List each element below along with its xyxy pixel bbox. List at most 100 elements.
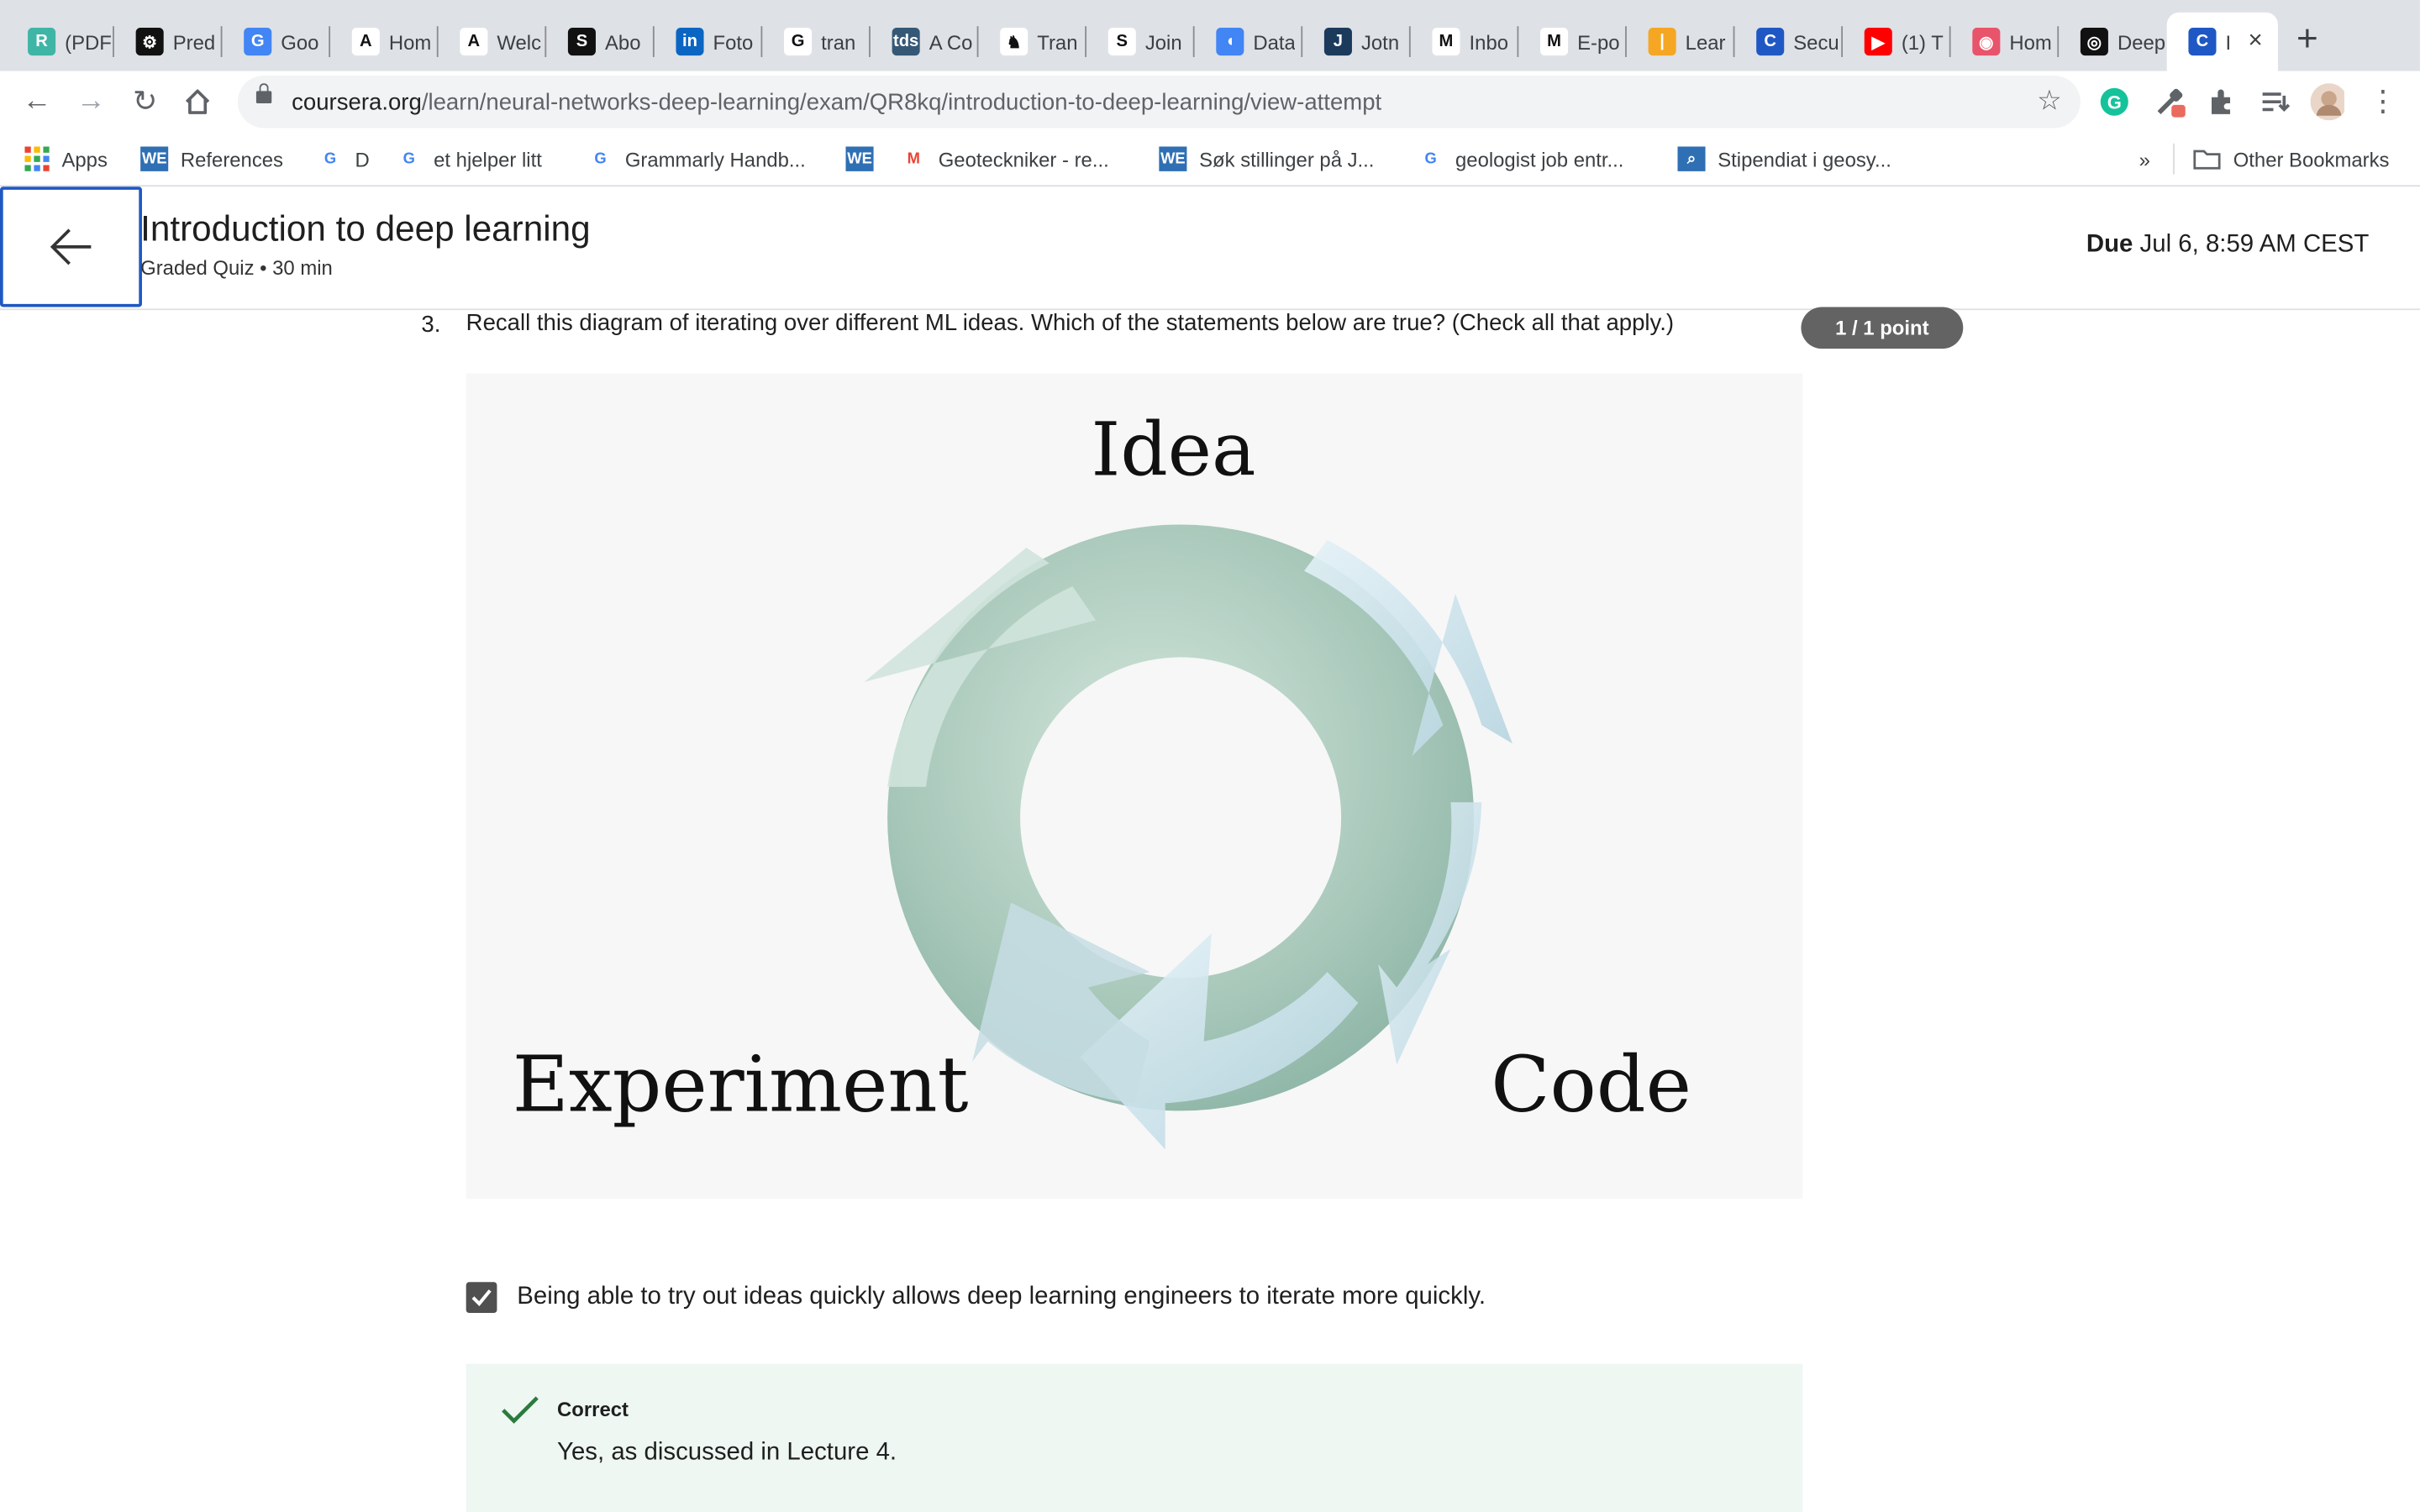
arrow-left-icon — [50, 228, 92, 265]
bookmark-favicon-icon: WE — [845, 146, 874, 171]
page-title: Introduction to deep learning — [140, 207, 591, 249]
tab-favicon-icon: A — [460, 28, 488, 56]
feedback-status: Correct — [557, 1398, 629, 1421]
bookmark-item[interactable]: G Grammarly Handb... — [588, 144, 806, 175]
tab-title: tran — [821, 29, 856, 54]
bookmark-label: D — [355, 147, 370, 171]
eyedropper-extension-icon[interactable] — [2153, 85, 2186, 118]
browser-tab[interactable]: J Jotn — [1302, 15, 1411, 67]
bookmark-favicon-icon: G — [594, 150, 607, 168]
reading-list-icon[interactable] — [2258, 85, 2291, 118]
forward-arrow-icon[interactable]: → — [72, 83, 109, 120]
browser-tab[interactable]: C I × — [2166, 12, 2278, 71]
question-number: 3. — [421, 312, 441, 339]
bookmark-star-icon[interactable]: ☆ — [2037, 85, 2062, 118]
bookmark-favicon-icon: G — [402, 150, 415, 168]
address-bar[interactable]: coursera.org/learn/neural-networks-deep-… — [237, 75, 2081, 129]
feedback-text: Yes, as discussed in Lecture 4. — [557, 1439, 897, 1466]
bookmark-favicon-icon: M — [907, 150, 920, 168]
tab-title: Inbo — [1469, 29, 1509, 54]
bookmark-item[interactable]: GD — [318, 144, 370, 175]
browser-tab[interactable]: ◉ Hom — [1951, 15, 2060, 67]
bookmark-label: References — [180, 147, 284, 171]
browser-tab[interactable]: ◎ Deep — [2059, 15, 2167, 67]
browser-tab[interactable]: in Foto — [655, 15, 763, 67]
tab-title: A Co — [929, 29, 973, 54]
tab-title: Foto — [713, 29, 754, 54]
checkmark-icon — [471, 1289, 492, 1307]
new-tab-button[interactable]: + — [2296, 18, 2318, 61]
browser-tab[interactable]: M Inbo — [1411, 15, 1519, 67]
browser-tab[interactable]: M E-po — [1518, 15, 1627, 67]
answer-option-text: Being able to try out ideas quickly allo… — [517, 1284, 1486, 1310]
tab-favicon-icon: ◖ — [1216, 28, 1244, 56]
tab-favicon-icon: | — [1648, 28, 1676, 56]
bookmark-label: Søk stillinger på J... — [1199, 147, 1375, 171]
browser-tab[interactable]: | Lear — [1627, 15, 1735, 67]
bookmark-item[interactable]: Get hjelper litt — [397, 144, 542, 175]
browser-tab[interactable]: S Join — [1086, 15, 1195, 67]
tab-favicon-icon: A — [351, 28, 380, 56]
points-badge: 1 / 1 point — [1801, 307, 1964, 349]
home-icon[interactable] — [179, 83, 216, 120]
other-bookmarks-label: Other Bookmarks — [2233, 147, 2390, 171]
browser-tab[interactable]: R (PDF — [6, 15, 114, 67]
tab-title: Lear — [1685, 29, 1726, 54]
browser-tab[interactable]: S Abo — [546, 15, 655, 67]
tab-favicon-icon: S — [1107, 28, 1136, 56]
tab-title: (PDF — [65, 29, 112, 54]
back-button[interactable] — [0, 186, 142, 307]
grammarly-extension-icon[interactable]: G — [2097, 85, 2131, 118]
bookmark-label: geologist job entr... — [1455, 147, 1624, 171]
bookmark-item[interactable]: M Geoteckniker - re... — [902, 144, 1109, 175]
browser-tab[interactable]: ⚙ Pred — [114, 15, 223, 67]
tab-favicon-icon: M — [1432, 28, 1460, 56]
extensions-puzzle-icon[interactable] — [2206, 85, 2239, 118]
url-text: coursera.org/learn/neural-networks-deep-… — [292, 89, 1382, 116]
browser-tab[interactable]: ♞ Tran — [978, 15, 1086, 67]
tab-title: Jotn — [1360, 29, 1400, 54]
bookmark-item[interactable]: ⌕ Stipendiat i geosy... — [1677, 144, 1891, 175]
tab-favicon-icon: tds — [892, 28, 920, 56]
browser-tab[interactable]: A Hom — [330, 15, 439, 67]
bookmark-favicon-icon: ⌕ — [1677, 146, 1706, 171]
browser-tab[interactable]: A Welc — [439, 15, 547, 67]
bookmark-label: et hjelper litt — [434, 147, 542, 171]
tab-title: (1) T — [1901, 29, 1944, 54]
tab-favicon-icon: J — [1323, 28, 1352, 56]
bookmark-item[interactable]: WE — [845, 144, 886, 175]
tab-favicon-icon: C — [2188, 28, 2217, 56]
browser-menu-icon[interactable]: ⋮ — [2365, 83, 2402, 120]
answer-option[interactable]: Being able to try out ideas quickly allo… — [466, 1282, 1486, 1314]
tab-favicon-icon: ▶ — [1864, 28, 1892, 56]
bookmark-label: Apps — [61, 147, 108, 171]
answer-checkbox[interactable] — [466, 1282, 497, 1314]
tab-close-icon[interactable]: × — [2248, 28, 2262, 55]
bookmark-label: Grammarly Handb... — [624, 147, 806, 171]
bookmarks-overflow-button[interactable]: » — [2139, 144, 2150, 175]
bookmark-label: Geoteckniker - re... — [938, 147, 1109, 171]
browser-tab[interactable]: Gtran — [762, 15, 871, 67]
profile-avatar[interactable] — [2310, 83, 2344, 121]
browser-tab[interactable]: C Secu — [1734, 15, 1843, 67]
browser-tab[interactable]: tds A Co — [871, 15, 979, 67]
tab-title: Hom — [388, 29, 432, 54]
diagram-label-code: Code — [1491, 1039, 1691, 1130]
tab-title: Hom — [2009, 29, 2052, 54]
tab-favicon-icon: M — [1540, 28, 1569, 56]
bookmark-item[interactable]: WE Søk stillinger på J... — [1159, 144, 1374, 175]
browser-tab[interactable]: G Goo — [222, 15, 330, 67]
bookmark-item[interactable]: WE References — [140, 144, 283, 175]
tab-favicon-icon: R — [28, 28, 56, 56]
reload-icon[interactable]: ↻ — [127, 83, 164, 120]
bookmark-other[interactable]: Other Bookmarks — [2173, 143, 2390, 175]
back-arrow-icon[interactable]: ← — [18, 83, 55, 120]
tab-favicon-icon: S — [567, 28, 596, 56]
tab-favicon-icon: ⚙ — [135, 28, 164, 56]
browser-tab[interactable]: ▶ (1) T — [1843, 15, 1951, 67]
browser-tab[interactable]: ◖ Data — [1195, 15, 1303, 67]
tab-title: Tran — [1037, 29, 1078, 54]
bookmark-item[interactable]: Apps — [24, 144, 108, 175]
tab-title: E-po — [1577, 29, 1620, 54]
bookmark-item[interactable]: Ggeologist job entr... — [1418, 144, 1624, 175]
